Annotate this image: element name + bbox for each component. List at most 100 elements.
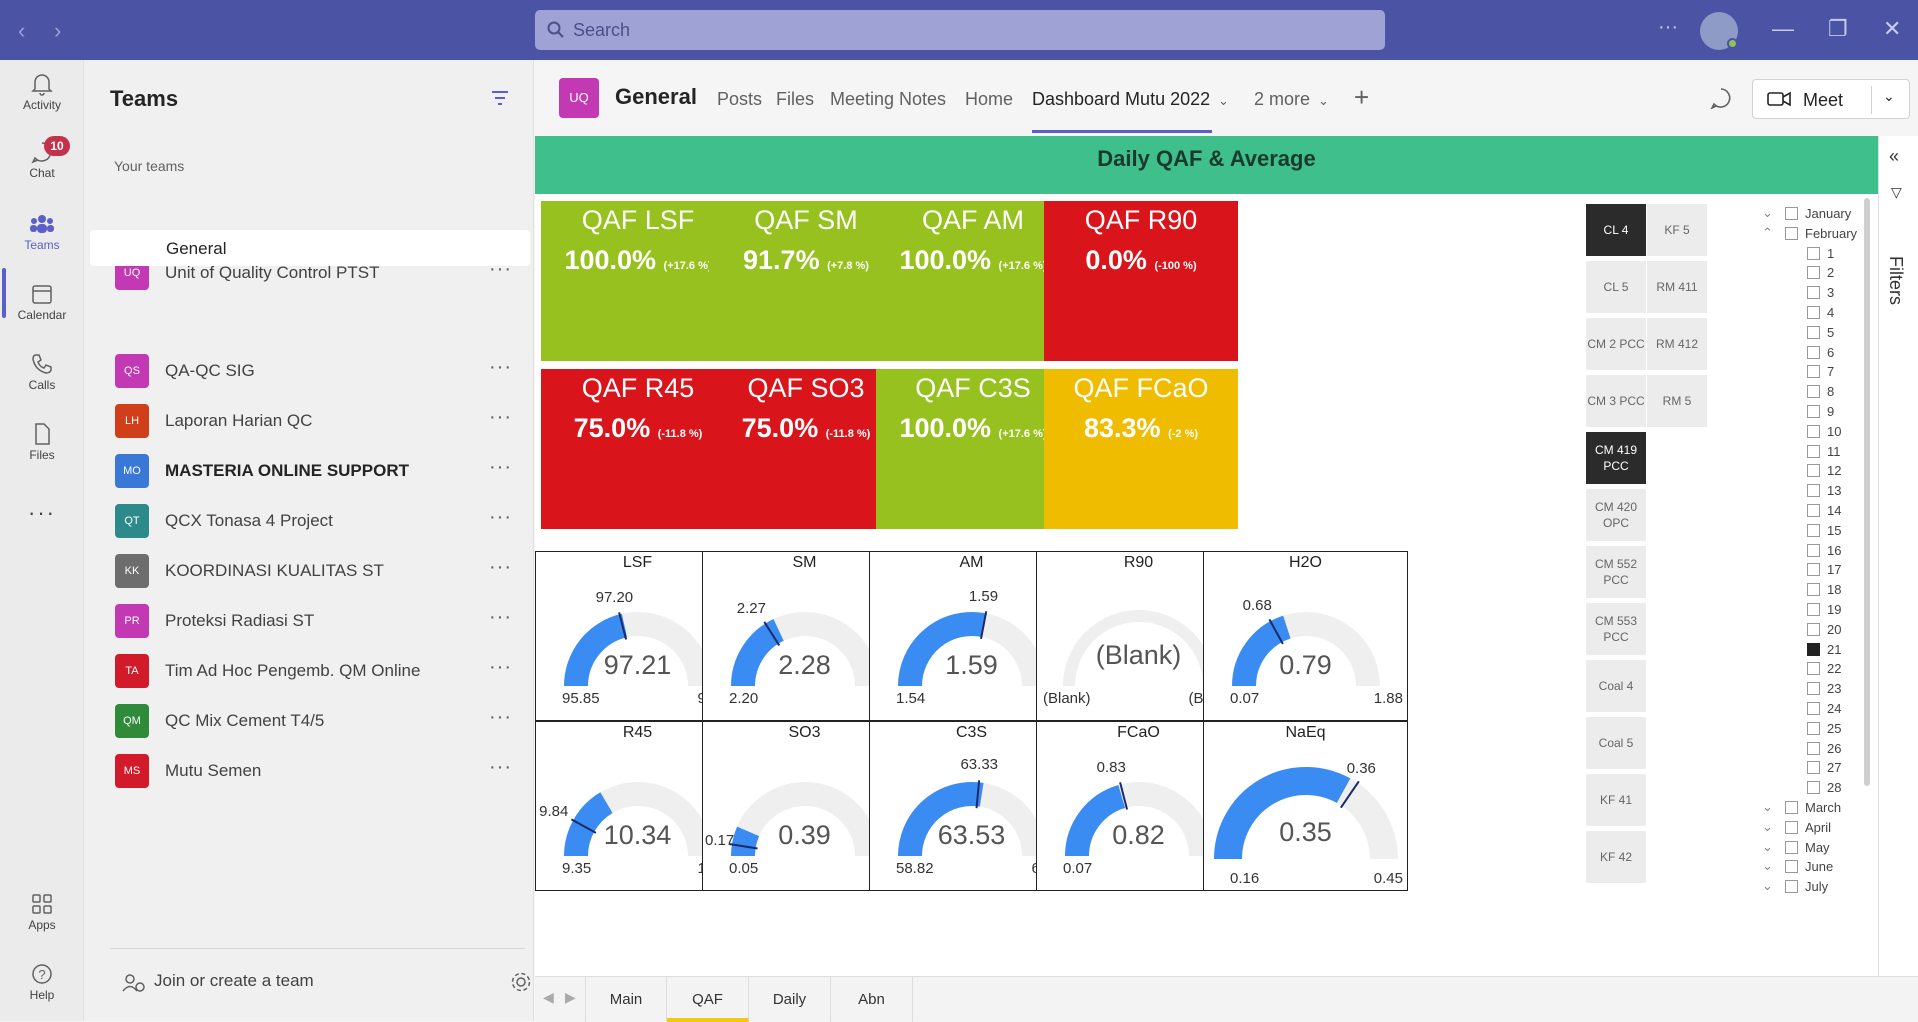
team-item[interactable]: MO MASTERIA ONLINE SUPPORT ···	[84, 446, 534, 494]
date-checkbox[interactable]	[1807, 484, 1820, 498]
date-checkbox[interactable]	[1785, 801, 1798, 814]
prev-page-icon[interactable]: ◀	[543, 989, 554, 1006]
slicer-item[interactable]: RM 412	[1647, 318, 1707, 370]
date-scrollbar[interactable]	[1864, 198, 1870, 786]
slicer-item[interactable]: CM 420 OPC	[1586, 489, 1646, 541]
expand-chevron-icon[interactable]: ⌃	[1762, 225, 1773, 241]
date-checkbox[interactable]	[1807, 523, 1820, 537]
filter-icon[interactable]	[491, 90, 509, 106]
date-checkbox[interactable]	[1807, 306, 1820, 319]
forward-icon[interactable]: ›	[54, 18, 61, 44]
date-checkbox[interactable]	[1807, 761, 1820, 775]
expand-chevron-icon[interactable]: ⌄	[1762, 878, 1773, 894]
team-item[interactable]: KK KOORDINASI KUALITAS ST ···	[84, 546, 534, 594]
date-checkbox[interactable]	[1807, 662, 1820, 676]
expand-chevron-icon[interactable]: ⌄	[1762, 819, 1773, 835]
more-options-icon[interactable]: ···	[489, 456, 512, 479]
tab-posts[interactable]: Posts	[717, 89, 762, 110]
team-item[interactable]: TA Tim Ad Hoc Pengemb. QM Online ···	[84, 646, 534, 694]
date-checkbox[interactable]	[1807, 543, 1820, 557]
restore-icon[interactable]: ❐	[1828, 16, 1848, 42]
channel-general[interactable]: General	[90, 230, 530, 266]
date-checkbox[interactable]	[1807, 622, 1820, 636]
date-checkbox[interactable]	[1785, 840, 1798, 854]
page-tab[interactable]: Daily	[749, 977, 831, 1022]
chevron-down-icon[interactable]: ⌄	[1318, 93, 1329, 109]
date-checkbox[interactable]	[1807, 702, 1820, 715]
more-options-icon[interactable]: ···	[489, 656, 512, 679]
expand-chevron-icon[interactable]: ⌄	[1762, 839, 1773, 855]
date-checkbox[interactable]	[1785, 860, 1798, 874]
expand-chevron-icon[interactable]: ⌄	[1762, 799, 1773, 815]
join-team-button[interactable]: Join or create a team	[110, 948, 531, 992]
date-checkbox[interactable]	[1807, 365, 1820, 379]
rail-chat[interactable]: Chat	[0, 140, 84, 180]
date-checkbox[interactable]	[1807, 464, 1820, 478]
more-options-icon[interactable]: ···	[1658, 16, 1678, 39]
page-tab[interactable]: Main	[585, 977, 667, 1022]
more-options-icon[interactable]: ···	[489, 506, 512, 529]
tab-dashboard[interactable]: Dashboard Mutu 2022	[1032, 89, 1210, 110]
rail-activity[interactable]: Activity	[0, 72, 84, 112]
add-tab-icon[interactable]: +	[1354, 82, 1369, 113]
date-checkbox[interactable]	[1807, 741, 1820, 755]
date-checkbox[interactable]	[1807, 721, 1820, 735]
team-item[interactable]: LH Laporan Harian QC ···	[84, 396, 534, 444]
more-options-icon[interactable]: ···	[489, 356, 512, 379]
page-tab[interactable]: QAF	[667, 977, 749, 1022]
filters-pane[interactable]: « ▽ Filters	[1878, 136, 1918, 976]
rail-calls[interactable]: Calls	[0, 352, 84, 392]
rail-apps[interactable]: Apps	[0, 892, 84, 932]
expand-chevron-icon[interactable]: ⌄	[1762, 858, 1773, 874]
date-checkbox[interactable]	[1807, 345, 1820, 359]
date-checkbox[interactable]	[1807, 246, 1820, 260]
page-tab[interactable]: Abn	[831, 977, 913, 1022]
more-options-icon[interactable]: ···	[489, 606, 512, 629]
tab-more[interactable]: 2 more	[1254, 89, 1310, 110]
tab-files[interactable]: Files	[776, 89, 814, 110]
tab-home[interactable]: Home	[965, 89, 1013, 110]
slicer-item[interactable]: CM 553 PCC	[1586, 603, 1646, 655]
date-checkbox[interactable]	[1807, 504, 1820, 517]
more-options-icon[interactable]: ···	[489, 556, 512, 579]
date-checkbox[interactable]	[1807, 444, 1820, 458]
slicer-item[interactable]: CM 552 PCC	[1586, 546, 1646, 598]
tab-meeting-notes[interactable]: Meeting Notes	[830, 89, 946, 110]
slicer-item[interactable]: KF 5	[1647, 204, 1707, 256]
date-checkbox[interactable]	[1785, 880, 1798, 894]
collapse-icon[interactable]: «	[1889, 146, 1899, 167]
team-item[interactable]: MS Mutu Semen ···	[84, 746, 534, 794]
date-checkbox[interactable]	[1807, 385, 1820, 399]
date-checkbox[interactable]	[1807, 266, 1820, 280]
slicer-item[interactable]: KF 41	[1586, 774, 1646, 826]
settings-icon[interactable]	[510, 971, 532, 993]
conversation-icon[interactable]	[1710, 87, 1732, 109]
more-apps-icon[interactable]: ···	[0, 500, 84, 526]
next-page-icon[interactable]: ▶	[565, 989, 576, 1006]
team-item[interactable]: QS QA-QC SIG ···	[84, 346, 534, 394]
slicer-item[interactable]: CM 3 PCC	[1586, 375, 1646, 427]
slicer-item[interactable]: CM 2 PCC	[1586, 318, 1646, 370]
slicer-item[interactable]: RM 5	[1647, 375, 1707, 427]
date-checkbox[interactable]	[1807, 583, 1820, 597]
more-options-icon[interactable]: ···	[489, 706, 512, 729]
date-checkbox[interactable]	[1785, 207, 1798, 220]
rail-teams[interactable]: Teams	[0, 212, 84, 252]
slicer-item[interactable]: KF 42	[1586, 831, 1646, 883]
date-checkbox[interactable]	[1785, 226, 1798, 240]
more-options-icon[interactable]: ···	[489, 406, 512, 429]
back-icon[interactable]: ‹	[18, 18, 25, 44]
slicer-item[interactable]: RM 411	[1647, 261, 1707, 313]
rail-calendar[interactable]: Calendar	[0, 282, 84, 322]
slicer-item[interactable]: CL 5	[1586, 261, 1646, 313]
slicer-item[interactable]: CL 4	[1586, 204, 1646, 256]
minimize-icon[interactable]: —	[1772, 16, 1794, 42]
date-checkbox[interactable]	[1807, 563, 1820, 577]
rail-help[interactable]: ? Help	[0, 962, 84, 1002]
date-checkbox[interactable]	[1785, 820, 1798, 834]
chevron-down-icon[interactable]: ⌄	[1883, 88, 1895, 105]
rail-files[interactable]: Files	[0, 422, 84, 462]
team-item[interactable]: QM QC Mix Cement T4/5 ···	[84, 696, 534, 744]
date-checkbox[interactable]	[1807, 603, 1820, 616]
date-checkbox[interactable]	[1807, 682, 1820, 696]
